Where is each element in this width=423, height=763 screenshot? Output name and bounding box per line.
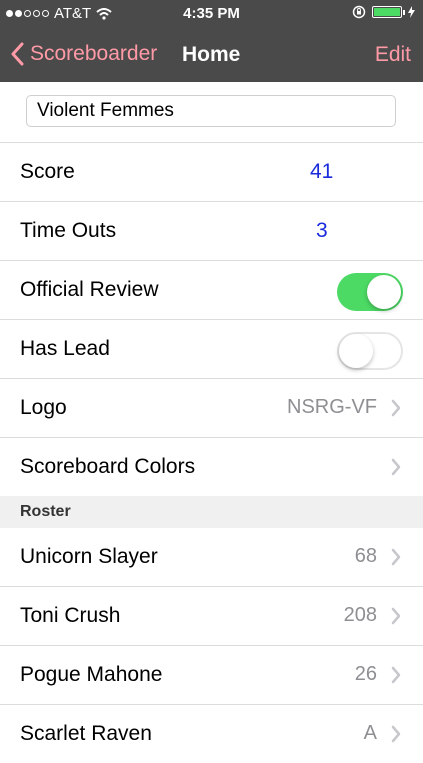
score-label: Score — [20, 160, 75, 183]
roster-row[interactable]: Scarlet Raven A — [0, 705, 423, 763]
has-lead-toggle[interactable] — [337, 332, 403, 370]
status-bar: AT&T 4:35 PM — [0, 0, 423, 28]
official-review-toggle[interactable] — [337, 273, 403, 311]
roster-row[interactable]: Unicorn Slayer 68 — [0, 528, 423, 587]
player-name: Unicorn Slayer — [20, 545, 158, 568]
player-name: Pogue Mahone — [20, 663, 163, 686]
chevron-right-icon — [391, 607, 401, 625]
player-name: Scarlet Raven — [20, 722, 152, 745]
edit-button[interactable]: Edit — [375, 43, 411, 67]
toggle-knob — [367, 275, 401, 309]
chevron-left-icon — [11, 42, 24, 66]
chevron-right-icon — [391, 666, 401, 684]
battery-icon — [372, 6, 405, 18]
official-review-row: Official Review — [0, 261, 423, 320]
charging-bolt-icon — [408, 6, 415, 18]
scoreboard-colors-label: Scoreboard Colors — [20, 455, 196, 478]
scoreboard-colors-row[interactable]: Scoreboard Colors — [0, 438, 423, 496]
chevron-right-icon — [391, 548, 401, 566]
chevron-right-icon — [391, 399, 401, 417]
roster-section-header: Roster — [0, 496, 423, 528]
official-review-label: Official Review — [20, 278, 159, 301]
player-number: 68 — [354, 545, 377, 567]
status-right — [352, 5, 415, 19]
player-number: A — [363, 722, 377, 744]
roster-row[interactable]: Pogue Mahone 26 — [0, 646, 423, 705]
page-title: Home — [182, 43, 241, 66]
player-number: 26 — [354, 663, 377, 685]
back-button-label: Scoreboarder — [30, 42, 158, 65]
toggle-knob — [339, 334, 373, 368]
navigation-bar: Scoreboarder Home Edit — [0, 28, 423, 82]
team-name-row — [0, 82, 423, 143]
roster-row[interactable]: Toni Crush 208 — [0, 587, 423, 646]
roster-header-label: Roster — [20, 503, 71, 520]
timeouts-label: Time Outs — [20, 219, 117, 242]
has-lead-label: Has Lead — [20, 337, 110, 360]
back-button[interactable]: Scoreboarder — [10, 42, 157, 66]
chevron-right-icon — [391, 458, 401, 476]
score-value[interactable]: 41 — [310, 160, 333, 184]
team-name-field[interactable] — [26, 95, 396, 127]
player-name: Toni Crush — [20, 604, 121, 627]
timeouts-row: Time Outs 3 — [0, 202, 423, 261]
has-lead-row: Has Lead — [0, 320, 423, 379]
settings-list: Score 41 Time Outs 3 Official Review Has… — [0, 82, 423, 763]
timeouts-value[interactable]: 3 — [316, 219, 328, 243]
logo-label: Logo — [20, 396, 67, 419]
logo-value: NSRG-VF — [287, 396, 377, 418]
orientation-lock-icon — [352, 5, 366, 19]
logo-row[interactable]: Logo NSRG-VF — [0, 379, 423, 438]
player-number: 208 — [343, 604, 377, 626]
score-row: Score 41 — [0, 143, 423, 202]
chevron-right-icon — [391, 725, 401, 743]
